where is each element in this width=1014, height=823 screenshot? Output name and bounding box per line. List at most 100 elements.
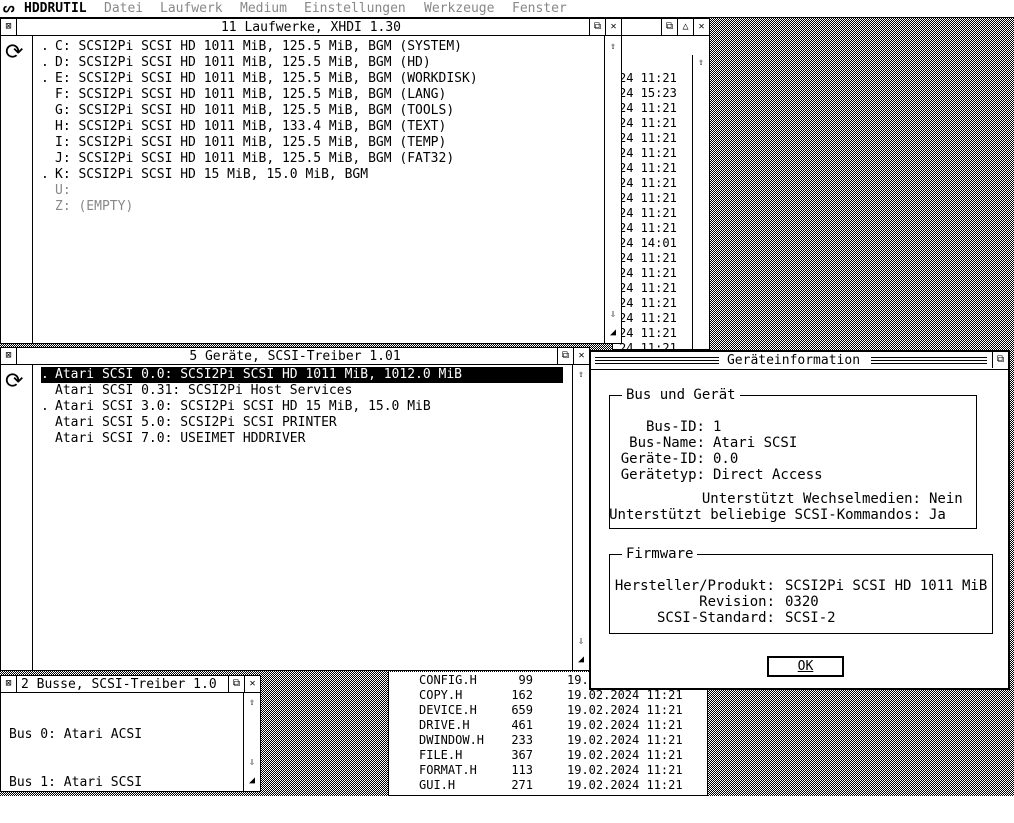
menu-datei[interactable]: Datei [104,1,143,16]
fulled-icon[interactable]: ⧉ [992,352,1008,368]
devices-window[interactable]: ⊠ 5 Geräte, SCSI-Treiber 1.01 ⧉ ✕ ⟳ ⇧ ⇩ … [0,347,590,671]
fulled-icon[interactable]: ⧉ [228,676,244,692]
buses-window[interactable]: ⊠ 2 Busse, SCSI-Treiber 1.0 ⧉ ✕ ⇧ ⇩ ◢ Bu… [0,675,261,792]
file-row[interactable]: DEVICE.H 659 19.02.2024 11:21 [419,703,683,718]
drive-row[interactable]: . D: SCSI2Pi SCSI HD 1011 MiB, 125.5 MiB,… [41,55,601,71]
ok-button[interactable]: OK [767,656,844,677]
dialog-titlebar[interactable]: Geräteinformation ⧉ [591,352,1008,370]
file-size: 659 [511,703,533,717]
dialog-title: Geräteinformation [719,353,868,368]
drives-window[interactable]: ⊠ 11 Laufwerke, XHDI 1.30 ⧉ ✕ ⟳ ⇧ ⇩ ◢ . C… [0,18,622,344]
background-window-titlebar[interactable]: ⧉ △ ✕ [613,19,709,36]
menu-einstellungen[interactable]: Einstellungen [304,1,406,16]
scroll-up-icon[interactable]: ⇧ [244,695,260,711]
file-row[interactable]: DRIVE.H 461 19.02.2024 11:21 [419,718,683,733]
buses-window-titlebar[interactable]: ⊠ 2 Busse, SCSI-Treiber 1.0 ⧉ ✕ [1,676,260,693]
iconify-icon[interactable]: △ [677,19,693,35]
product-value: SCSI2Pi SCSI HD 1011 MiB [785,578,988,594]
devices-scrollbar[interactable]: ⇧ ⇩ ◢ [572,365,589,670]
list-item[interactable]: Bus 0: Atari ACSI [9,727,142,743]
close-icon[interactable]: ⊠ [1,676,17,692]
file-row[interactable]: FILE.H 367 19.02.2024 11:21 [419,748,683,763]
drive-row[interactable]: H: SCSI2Pi SCSI HD 1011 MiB, 133.4 MiB, … [41,119,601,135]
close-icon[interactable]: ✕ [693,19,709,35]
bus-id-value: 1 [713,419,722,435]
file-time: 24 11:21 [619,281,677,295]
drive-row[interactable]: I: SCSI2Pi SCSI HD 1011 MiB, 125.5 MiB, … [41,135,601,151]
scroll-down-icon[interactable]: ⇩ [573,634,589,650]
drive-row-text: K: SCSI2Pi SCSI HD 15 MiB, 15.0 MiB, BGM [55,167,369,182]
drives-window-titlebar[interactable]: ⊠ 11 Laufwerke, XHDI 1.30 ⧉ ✕ [1,19,621,36]
file-name: COPY.H [419,688,463,702]
background-scrollbar[interactable]: ⇧ [692,55,709,349]
bus-device-group: Bus und Gerät Bus-ID: 1 Bus-Name: Atari … [609,387,977,529]
drive-row-text: U: [55,183,71,198]
device-row[interactable]: Atari SCSI 5.0: SCSI2Pi SCSI PRINTER [41,415,563,431]
file-date: 19.02.2024 11:21 [567,703,683,717]
scroll-up-icon[interactable]: ⇧ [693,55,709,71]
drive-row[interactable]: . E: SCSI2Pi SCSI HD 1011 MiB, 125.5 MiB,… [41,71,601,87]
drive-row[interactable]: Z: (EMPTY) [41,199,601,215]
drive-row[interactable]: J: SCSI2Pi SCSI HD 1011 MiB, 125.5 MiB, … [41,151,601,167]
buses-scrollbar[interactable]: ⇧ ⇩ ◢ [243,693,260,791]
menu-app[interactable]: HDDRUTIL [24,1,87,16]
background-file-window[interactable]: ⧉ △ ✕ ⇧ 24 11:21 24 15:23 24 11:21 24 11:21… [612,18,710,355]
device-row[interactable]: Atari SCSI 7.0: USEIMET HDDRIVER [41,431,563,447]
file-time: 24 11:21 [619,71,677,85]
scroll-down-icon[interactable]: ⇩ [244,755,260,771]
row-marker: . [41,167,49,182]
file-size: 113 [511,763,533,777]
refresh-icon[interactable]: ⟳ [5,371,23,393]
devices-window-titlebar[interactable]: ⊠ 5 Geräte, SCSI-Treiber 1.01 ⧉ ✕ [1,348,589,365]
menu-fenster[interactable]: Fenster [512,1,567,16]
resize-icon[interactable]: ◢ [244,773,260,789]
device-row[interactable]: . Atari SCSI 0.0: SCSI2Pi SCSI HD 1011 Mi… [41,367,563,383]
file-row[interactable]: FORMAT.H 113 19.02.2024 11:21 [419,763,683,778]
file-time: 24 11:21 [619,206,677,220]
file-time: 24 11:21 [619,266,677,280]
file-date: 19.02.2024 11:21 [567,763,683,777]
iconify-icon[interactable]: ✕ [573,348,589,364]
file-size: 461 [511,718,533,732]
atari-logo-icon[interactable]: ᔕ [3,1,15,16]
bus-name-label: Bus-Name: [629,435,705,451]
resize-icon[interactable]: ◢ [605,325,621,341]
fulled-icon[interactable]: ⧉ [661,19,677,35]
scroll-down-icon[interactable]: ⇩ [605,307,621,323]
menu-laufwerk[interactable]: Laufwerk [160,1,223,16]
file-date: 19.02.2024 11:21 [567,778,683,792]
iconify-icon[interactable]: ✕ [605,19,621,35]
fulled-icon[interactable]: ⧉ [589,19,605,35]
background-file-list-window[interactable]: CONFIG.H 99 19.02.2024 11:21 COPY.H 162 19.02… [388,672,708,796]
scroll-up-icon[interactable]: ⇧ [605,39,621,55]
devices-list: . Atari SCSI 0.0: SCSI2Pi SCSI HD 1011 Mi… [41,367,563,447]
scroll-up-icon[interactable]: ⇧ [573,367,589,383]
drive-row[interactable]: . K: SCSI2Pi SCSI HD 15 MiB, 15.0 MiB, BG… [41,167,601,183]
fulled-icon[interactable]: ⧉ [557,348,573,364]
refresh-icon[interactable]: ⟳ [5,42,23,64]
file-size: 367 [511,748,533,762]
drive-row-text: I: SCSI2Pi SCSI HD 1011 MiB, 125.5 MiB, … [55,135,447,150]
device-row[interactable]: . Atari SCSI 3.0: SCSI2Pi SCSI HD 15 MiB,… [41,399,563,415]
drive-row[interactable]: U: [41,183,601,199]
iconify-icon[interactable]: ✕ [244,676,260,692]
revision-value: 0320 [785,594,819,610]
menu-medium[interactable]: Medium [240,1,287,16]
drive-row[interactable]: G: SCSI2Pi SCSI HD 1011 MiB, 125.5 MiB, … [41,103,601,119]
file-row[interactable]: GUI.H 271 19.02.2024 11:21 [419,778,683,793]
drive-row[interactable]: . C: SCSI2Pi SCSI HD 1011 MiB, 125.5 MiB,… [41,39,601,55]
file-row[interactable]: DWINDOW.H 233 19.02.2024 11:21 [419,733,683,748]
menu-werkzeuge[interactable]: Werkzeuge [424,1,494,16]
file-time: 24 11:21 [619,146,677,160]
resize-icon[interactable]: ◢ [573,652,589,668]
devices-window-title: 5 Geräte, SCSI-Treiber 1.01 [189,349,401,364]
row-marker: . [41,71,49,86]
file-time: 24 11:21 [619,311,677,325]
file-row[interactable]: COPY.H 162 19.02.2024 11:21 [419,688,683,703]
device-row[interactable]: Atari SCSI 0.31: SCSI2Pi Host Services [41,383,563,399]
file-name: DRIVE.H [419,718,470,732]
list-item[interactable]: Bus 1: Atari SCSI [9,775,142,791]
drives-scrollbar[interactable]: ⇧ ⇩ ◢ [604,36,621,343]
device-id-value: 0.0 [713,451,739,467]
drive-row[interactable]: F: SCSI2Pi SCSI HD 1011 MiB, 125.5 MiB, … [41,87,601,103]
